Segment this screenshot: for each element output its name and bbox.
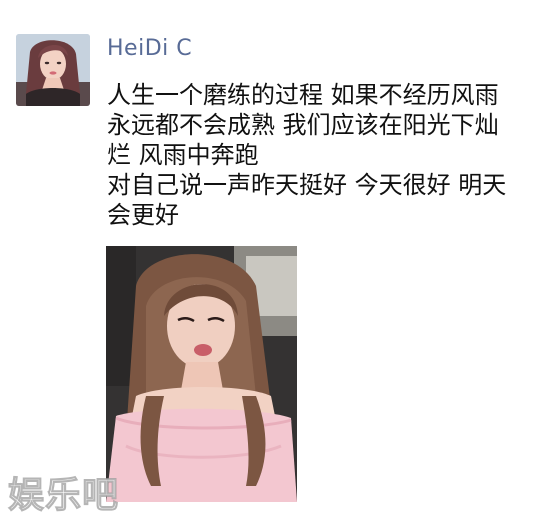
post-text-line: 对自己说一声昨天挺好 今天很好 明天	[107, 171, 507, 199]
avatar-image	[16, 34, 90, 106]
post-text-line: 人生一个磨练的过程 如果不经历风雨	[107, 81, 499, 109]
post-text-line: 永远都不会成熟 我们应该在阳光下灿	[107, 111, 499, 139]
watermark-logo: 娱乐吧	[7, 475, 120, 517]
avatar[interactable]	[16, 34, 90, 106]
post-text-line: 会更好	[107, 201, 179, 229]
post-photo[interactable]	[106, 246, 297, 502]
post-text-line: 烂 风雨中奔跑	[107, 141, 259, 169]
username[interactable]: HeiDi C	[107, 36, 192, 61]
moments-post: HeiDi C 人生一个磨练的过程 如果不经历风雨 永远都不会成熟 我们应该在阳…	[0, 0, 550, 523]
post-photo-image	[106, 246, 297, 502]
post-text: 人生一个磨练的过程 如果不经历风雨 永远都不会成熟 我们应该在阳光下灿 烂 风雨…	[107, 80, 527, 230]
